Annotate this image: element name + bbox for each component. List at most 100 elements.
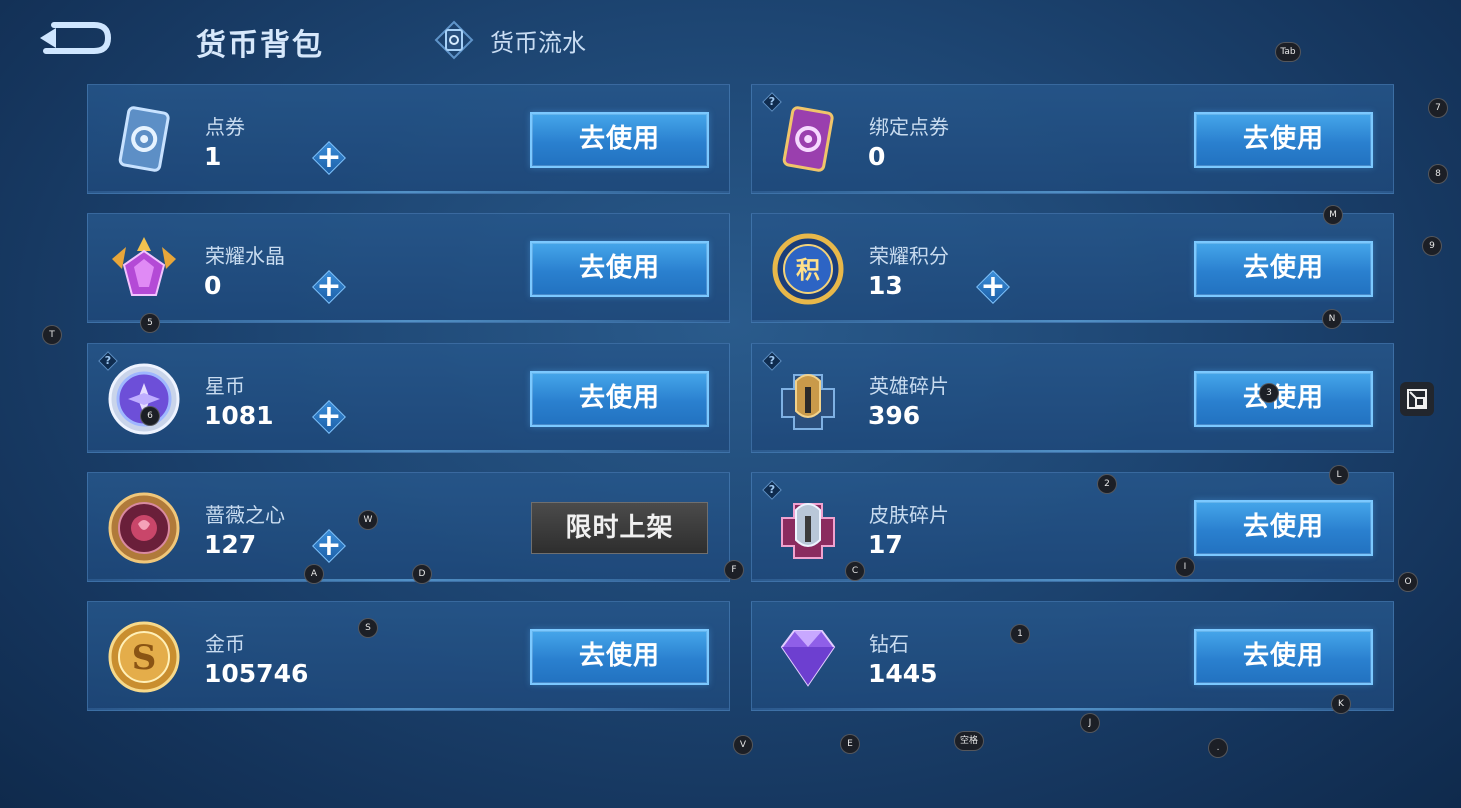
coupon-icon	[104, 100, 184, 180]
bound-coupon-icon	[768, 100, 848, 180]
key-hint: K	[1331, 694, 1351, 714]
use-button[interactable]: 去使用	[530, 629, 709, 685]
add-coupon-button[interactable]: +	[310, 139, 348, 177]
currency-amount: 1	[204, 142, 222, 171]
use-button[interactable]: 去使用	[530, 371, 709, 427]
plus-icon: +	[316, 269, 342, 304]
currency-card-bound-coupon: ? 绑定点券 0 去使用	[751, 84, 1394, 194]
currency-name: 绑定点券	[869, 115, 949, 139]
back-button[interactable]	[36, 16, 114, 60]
currency-amount: 17	[868, 530, 903, 559]
currency-amount: 13	[868, 271, 903, 300]
key-hint: 空格	[954, 731, 984, 751]
currency-name: 金币	[205, 632, 245, 656]
currency-flow-tab[interactable]: 货币流水	[434, 20, 586, 60]
currency-amount: 1445	[868, 659, 938, 688]
rose-heart-icon	[104, 488, 184, 568]
currency-name: 英雄碎片	[869, 374, 949, 398]
key-hint: C	[845, 561, 865, 581]
card-divider	[752, 450, 1393, 452]
use-button[interactable]: 去使用	[1194, 371, 1373, 427]
currency-card-glory-crystal: 荣耀水晶 0 + 去使用	[87, 213, 730, 323]
key-hint: 7	[1428, 98, 1448, 118]
key-hint: M	[1323, 205, 1343, 225]
add-star-coin-button[interactable]: +	[310, 398, 348, 436]
key-hint: 9	[1422, 236, 1442, 256]
key-hint: L	[1329, 465, 1349, 485]
key-hint: 1	[1010, 624, 1030, 644]
card-divider	[88, 579, 729, 581]
currency-card-glory-points: 积 荣耀积分 13 + 去使用	[751, 213, 1394, 323]
page-title: 货币背包	[196, 28, 324, 63]
svg-text:积: 积	[796, 256, 820, 284]
key-hint: V	[733, 735, 753, 755]
key-hint: 6	[140, 406, 160, 426]
add-rose-heart-button[interactable]: +	[310, 527, 348, 565]
add-glory-points-button[interactable]: +	[974, 268, 1012, 306]
key-hint: N	[1322, 309, 1342, 329]
key-hint: O	[1398, 572, 1418, 592]
currency-flow-label: 货币流水	[490, 28, 586, 57]
use-button[interactable]: 去使用	[1194, 500, 1373, 556]
card-divider	[752, 579, 1393, 581]
glory-crystal-icon	[104, 229, 184, 309]
svg-text:S: S	[132, 638, 157, 678]
currency-card-gold-coin: S 金币 105746 去使用	[87, 601, 730, 711]
currency-name: 荣耀积分	[869, 244, 949, 268]
key-hint: I	[1175, 557, 1195, 577]
currency-amount: 0	[868, 142, 886, 171]
ledger-icon	[434, 20, 474, 60]
add-glory-crystal-button[interactable]: +	[310, 268, 348, 306]
card-divider	[88, 450, 729, 452]
crop-icon	[1407, 389, 1427, 409]
card-divider	[88, 191, 729, 193]
gold-coin-icon: S	[104, 617, 184, 697]
currency-amount: 1081	[204, 401, 274, 430]
key-hint: E	[840, 734, 860, 754]
key-hint: S	[358, 618, 378, 638]
skin-shard-icon	[768, 488, 848, 568]
hero-shard-icon	[768, 359, 848, 439]
currency-card-hero-shard: ? 英雄碎片 396 去使用	[751, 343, 1394, 453]
card-divider	[88, 708, 729, 710]
card-divider	[88, 320, 729, 322]
key-hint: 5	[140, 313, 160, 333]
key-hint: J	[1080, 713, 1100, 733]
currency-name: 皮肤碎片	[869, 503, 949, 527]
screen-capture-button[interactable]	[1400, 382, 1434, 416]
currency-amount: 396	[868, 401, 921, 430]
plus-icon: +	[316, 528, 342, 563]
key-hint: F	[724, 560, 744, 580]
back-arrow-icon	[40, 22, 112, 54]
key-hint: 8	[1428, 164, 1448, 184]
key-hint: .	[1208, 738, 1228, 758]
key-hint: T	[42, 325, 62, 345]
currency-card-coupon: 点券 1 + 去使用	[87, 84, 730, 194]
card-divider	[752, 708, 1393, 710]
currency-card-diamond: 钻石 1445 去使用	[751, 601, 1394, 711]
use-button[interactable]: 去使用	[1194, 112, 1373, 168]
currency-name: 蔷薇之心	[205, 503, 285, 527]
key-hint: A	[304, 564, 324, 584]
currency-card-star-coin: ? 星币 1081 + 去使用	[87, 343, 730, 453]
currency-card-rose-heart: 蔷薇之心 127 + 限时上架	[87, 472, 730, 582]
limited-time-button[interactable]: 限时上架	[531, 502, 708, 554]
use-button[interactable]: 去使用	[530, 241, 709, 297]
currency-amount: 0	[204, 271, 222, 300]
use-button[interactable]: 去使用	[530, 112, 709, 168]
glory-points-icon: 积	[768, 229, 848, 309]
key-hint: D	[412, 564, 432, 584]
use-button[interactable]: 去使用	[1194, 241, 1373, 297]
diamond-icon	[768, 617, 848, 697]
use-button[interactable]: 去使用	[1194, 629, 1373, 685]
key-hint: W	[358, 510, 378, 530]
star-coin-icon	[104, 359, 184, 439]
currency-name: 星币	[205, 374, 245, 398]
key-hint: 3	[1259, 383, 1279, 403]
currency-name: 点券	[205, 115, 245, 139]
key-hint: Tab	[1275, 42, 1301, 62]
card-divider	[752, 320, 1393, 322]
plus-icon: +	[316, 399, 342, 434]
card-divider	[752, 191, 1393, 193]
currency-amount: 127	[204, 530, 257, 559]
